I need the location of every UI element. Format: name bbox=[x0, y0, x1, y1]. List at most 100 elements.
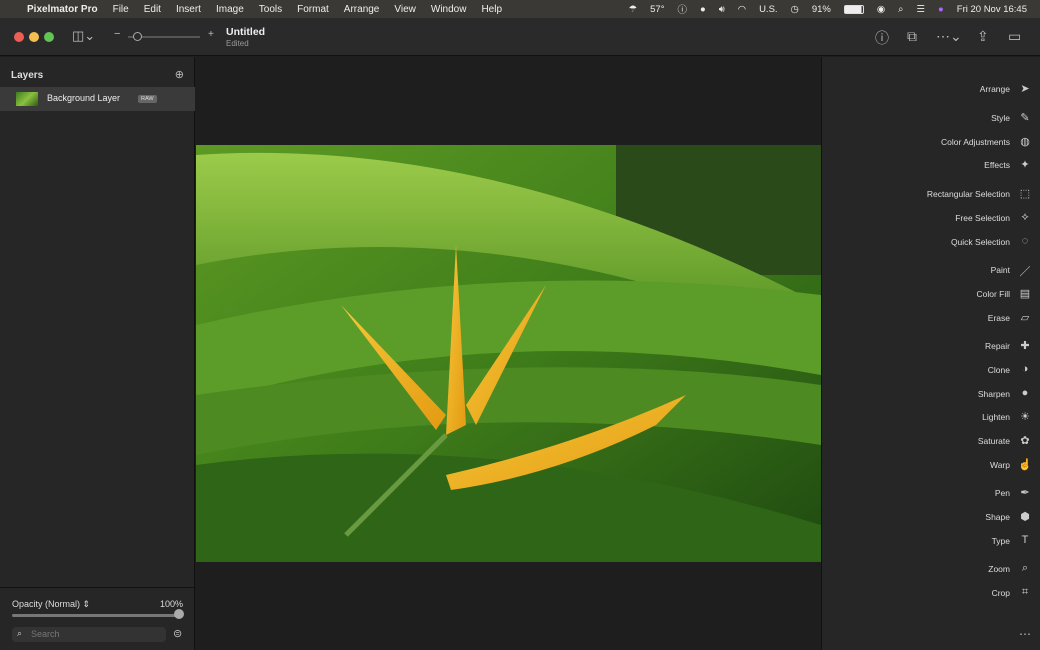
tool-pen[interactable]: Pen ✒ bbox=[822, 486, 1040, 502]
sidebar-toggle-icon[interactable]: ◫⌄ bbox=[72, 28, 95, 44]
tool-paint[interactable]: Paint ／ bbox=[822, 263, 1040, 279]
tool-icon: ✦ bbox=[1020, 159, 1030, 171]
filter-icon[interactable]: ⊜ bbox=[173, 627, 182, 640]
tool-style[interactable]: Style ✎ bbox=[822, 111, 1040, 127]
tool-saturate[interactable]: Saturate ✿ bbox=[822, 434, 1040, 450]
tool-shape[interactable]: Shape ⬢ bbox=[822, 510, 1040, 526]
siri-icon[interactable]: ● bbox=[938, 4, 944, 15]
menu-file[interactable]: File bbox=[113, 4, 129, 15]
tool-zoom[interactable]: Zoom ⌕ bbox=[822, 562, 1040, 578]
wifi-icon[interactable]: ◠ bbox=[738, 4, 746, 15]
tool-label: Zoom bbox=[988, 564, 1010, 574]
tool-label: Sharpen bbox=[977, 389, 1010, 399]
clock[interactable]: Fri 20 Nov 16:45 bbox=[957, 4, 1027, 15]
tool-label: Warp bbox=[990, 460, 1010, 470]
menu-image[interactable]: Image bbox=[216, 4, 244, 15]
tool-clone[interactable]: Clone ◑ bbox=[822, 363, 1040, 379]
tool-icon: ☀ bbox=[1020, 411, 1030, 423]
keyboard-input[interactable]: U.S. bbox=[759, 4, 777, 15]
photo-heliconia bbox=[196, 145, 821, 562]
rotate-icon[interactable]: ⧉ bbox=[907, 28, 917, 45]
tool-label: Rectangular Selection bbox=[926, 189, 1010, 199]
info-icon[interactable]: ⓘ bbox=[875, 28, 889, 48]
search-placeholder: Search bbox=[31, 629, 60, 639]
tool-label: Color Adjustments bbox=[941, 137, 1010, 147]
tool-label: Saturate bbox=[977, 436, 1010, 446]
tool-icon: ⬢ bbox=[1020, 511, 1030, 523]
zoom-slider[interactable] bbox=[128, 32, 200, 41]
tool-label: Color Fill bbox=[976, 289, 1010, 299]
canvas-area[interactable] bbox=[196, 57, 821, 650]
menu-edit[interactable]: Edit bbox=[144, 4, 161, 15]
opacity-slider[interactable] bbox=[12, 614, 182, 617]
tool-icon: ▱ bbox=[1020, 312, 1030, 324]
menu-app-name[interactable]: Pixelmator Pro bbox=[27, 4, 98, 15]
add-layer-icon[interactable]: ⊕ bbox=[175, 68, 184, 81]
tool-icon: ✚ bbox=[1020, 340, 1030, 352]
tool-arrange[interactable]: Arrange ➤ bbox=[822, 82, 1040, 98]
menu-help[interactable]: Help bbox=[481, 4, 502, 15]
tool-effects[interactable]: Effects ✦ bbox=[822, 158, 1040, 174]
tool-warp[interactable]: Warp ☝ bbox=[822, 458, 1040, 474]
layer-search-input[interactable]: ⌕ Search bbox=[12, 627, 166, 642]
user-icon[interactable]: ◉ bbox=[877, 4, 885, 15]
opacity-blend-select[interactable]: Opacity (Normal) ⇕ bbox=[12, 599, 90, 610]
menu-arrange[interactable]: Arrange bbox=[344, 4, 380, 15]
control-center-icon[interactable]: ☰ bbox=[916, 4, 925, 15]
tool-color-adjustments[interactable]: Color Adjustments ◍ bbox=[822, 135, 1040, 151]
spotlight-icon[interactable]: ⌕ bbox=[898, 4, 903, 15]
opacity-slider-knob[interactable] bbox=[174, 609, 184, 619]
tool-icon: ◌ bbox=[1021, 235, 1029, 247]
tool-type[interactable]: Type T bbox=[822, 534, 1040, 550]
maximize-button[interactable] bbox=[44, 32, 54, 42]
more-icon[interactable]: ⋯⌄ bbox=[936, 28, 962, 45]
tool-quick-selection[interactable]: Quick Selection ◌ bbox=[822, 235, 1040, 251]
tool-rectangular-selection[interactable]: Rectangular Selection ⬚ bbox=[822, 187, 1040, 203]
more-tools-icon[interactable]: ⋯ bbox=[1019, 627, 1031, 641]
tool-icon: ☝ bbox=[1018, 459, 1032, 471]
tool-label: Crop bbox=[991, 588, 1010, 598]
tool-label: Free Selection bbox=[955, 213, 1010, 223]
menu-tools[interactable]: Tools bbox=[259, 4, 282, 15]
tool-icon: ◑ bbox=[1021, 363, 1029, 375]
minimize-button[interactable] bbox=[29, 32, 39, 42]
tool-icon: ✎ bbox=[1020, 112, 1030, 124]
menu-view[interactable]: View bbox=[394, 4, 416, 15]
tool-lighten[interactable]: Lighten ☀ bbox=[822, 410, 1040, 426]
tool-crop[interactable]: Crop ⌗ bbox=[822, 586, 1040, 602]
tool-color-fill[interactable]: Color Fill ▤ bbox=[822, 287, 1040, 303]
tool-free-selection[interactable]: Free Selection ⟡ bbox=[822, 211, 1040, 227]
battery-icon[interactable] bbox=[843, 4, 864, 14]
tool-icon: ⌕ bbox=[1021, 562, 1029, 574]
zoom-out-button[interactable]: − bbox=[114, 28, 120, 40]
zoom-in-button[interactable]: + bbox=[208, 29, 214, 40]
tool-icon: ➤ bbox=[1020, 83, 1030, 95]
time-machine-icon[interactable]: ◷ bbox=[791, 4, 799, 15]
menu-insert[interactable]: Insert bbox=[176, 4, 201, 15]
tool-label: Repair bbox=[984, 341, 1010, 351]
volume-icon[interactable]: 🔊︎ bbox=[719, 4, 725, 15]
tool-label: Pen bbox=[994, 488, 1010, 498]
inspector-toggle-icon[interactable]: ▭ bbox=[1008, 28, 1021, 45]
tool-icon: ⬚ bbox=[1019, 188, 1031, 200]
weather-icon[interactable]: ☂ bbox=[629, 4, 638, 15]
close-button[interactable] bbox=[14, 32, 24, 42]
app-status-icon[interactable]: ● bbox=[700, 4, 706, 15]
temperature[interactable]: 57° bbox=[650, 4, 664, 15]
share-icon[interactable]: ⇪ bbox=[977, 28, 989, 45]
tool-sharpen[interactable]: Sharpen ● bbox=[822, 387, 1040, 403]
layers-heading: Layers bbox=[11, 70, 44, 81]
accessibility-icon[interactable]: ⓘ bbox=[678, 2, 688, 16]
tool-erase[interactable]: Erase ▱ bbox=[822, 311, 1040, 327]
tool-icon: ▤ bbox=[1019, 288, 1031, 300]
tool-label: Lighten bbox=[982, 412, 1010, 422]
tool-repair[interactable]: Repair ✚ bbox=[822, 339, 1040, 355]
battery-percent[interactable]: 91% bbox=[812, 4, 831, 15]
search-icon: ⌕ bbox=[17, 628, 23, 638]
menu-format[interactable]: Format bbox=[297, 4, 329, 15]
layer-item[interactable]: Background Layer RAW bbox=[0, 87, 195, 111]
tool-label: Erase bbox=[987, 313, 1010, 323]
menu-window[interactable]: Window bbox=[431, 4, 467, 15]
layers-sidebar: Layers ⊕ Background Layer RAW Opacity (N… bbox=[0, 57, 195, 650]
document-status: Edited bbox=[226, 39, 249, 48]
